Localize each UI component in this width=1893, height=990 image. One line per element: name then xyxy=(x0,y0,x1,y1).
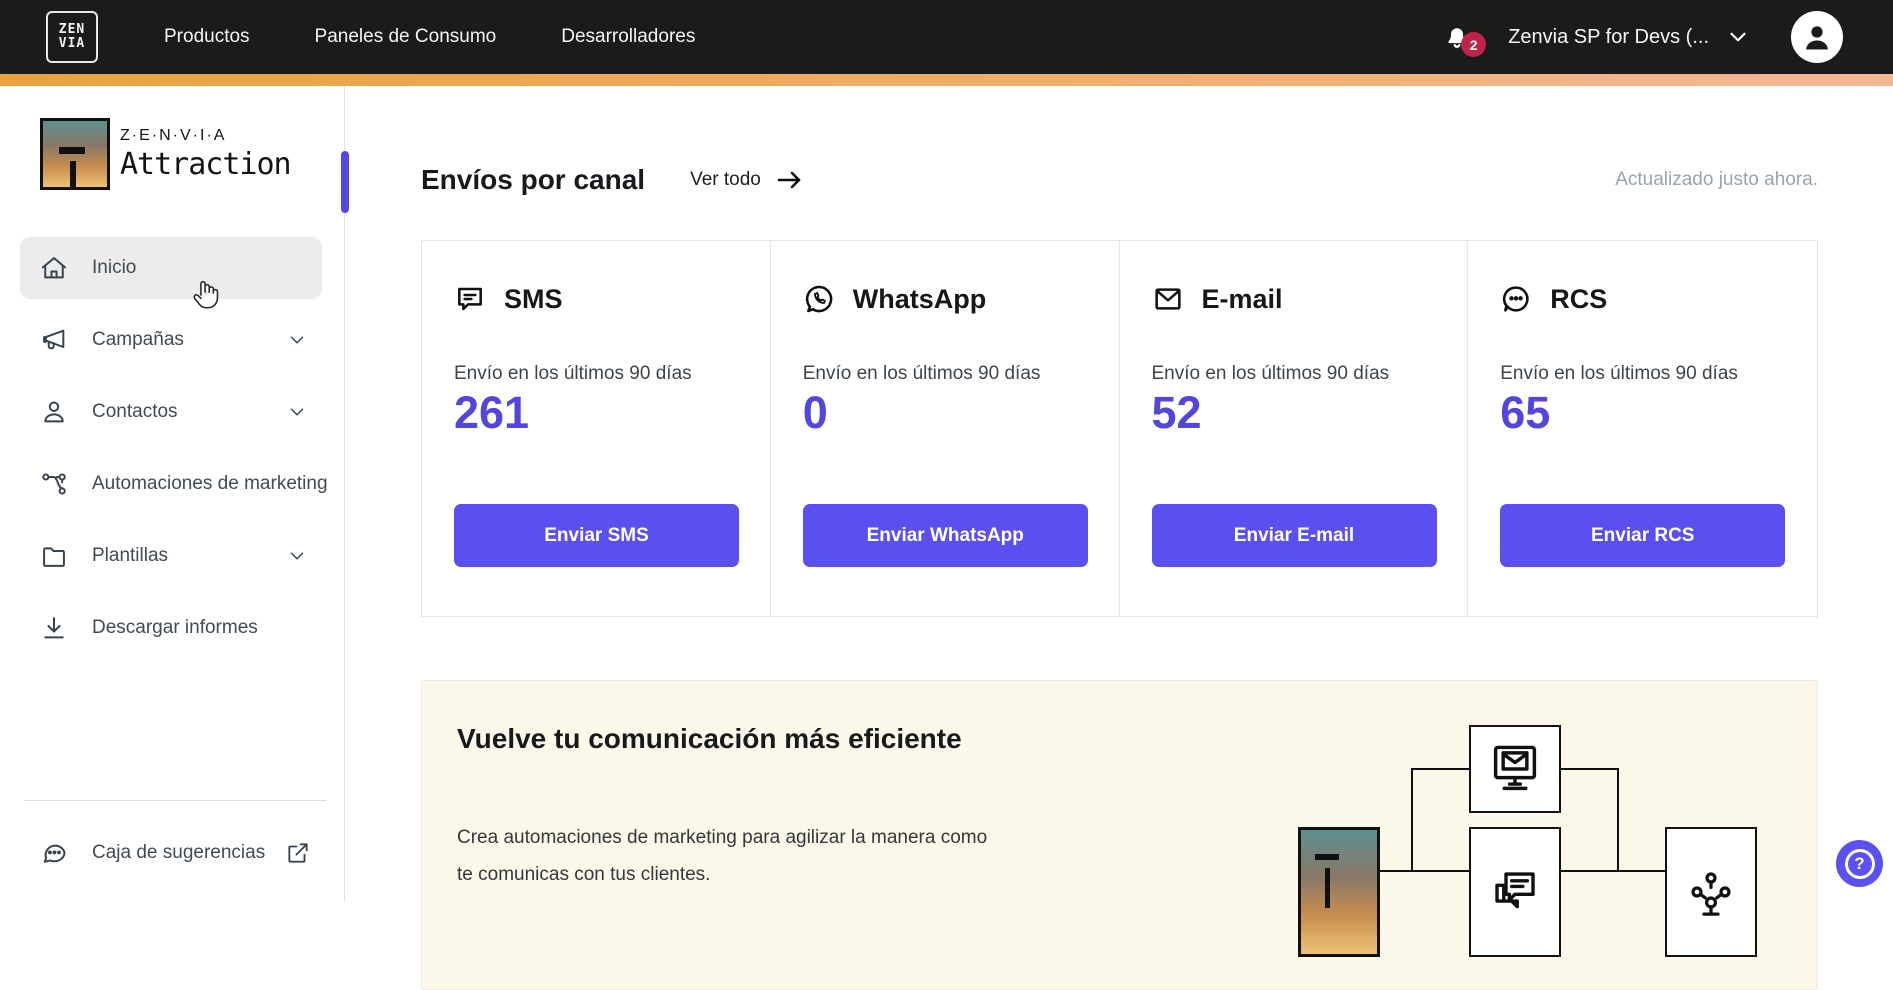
sidebar-item-descargar-informes[interactable]: Descargar informes xyxy=(20,597,322,659)
channel-card-sms: SMS Envío en los últimos 90 días 261 Env… xyxy=(422,241,771,616)
illustration-photo-tile xyxy=(1298,827,1380,957)
channel-value: 0 xyxy=(803,387,828,439)
sidebar: Z·E·N·V·I·A Attraction Inicio Campañas xyxy=(0,86,345,902)
chat-bubble-icon xyxy=(40,839,68,867)
chevron-down-icon xyxy=(286,545,308,567)
section-header: Envíos por canal Ver todo Actualizado ju… xyxy=(421,164,1818,196)
top-navbar: ZEN VIA Productos Paneles de Consumo Des… xyxy=(0,0,1893,74)
zenvia-logo[interactable]: ZEN VIA xyxy=(46,11,98,63)
question-mark-icon: ? xyxy=(1845,849,1875,879)
zenvia-logo-text-top: ZEN xyxy=(59,23,85,37)
sidebar-divider xyxy=(24,800,326,801)
arrow-right-icon xyxy=(775,168,805,192)
home-icon xyxy=(40,254,68,282)
sidebar-menu: Inicio Campañas Contactos xyxy=(0,237,345,669)
channel-card-rcs: RCS Envío en los últimos 90 días 65 Envi… xyxy=(1468,241,1817,616)
nav-item-productos[interactable]: Productos xyxy=(164,26,250,48)
chevron-down-icon xyxy=(1725,24,1751,50)
illustration-chat-icon xyxy=(1469,827,1561,957)
notifications-button[interactable]: 2 xyxy=(1442,22,1472,52)
banner-body: Crea automaciones de marketing para agil… xyxy=(457,819,1002,893)
person-icon xyxy=(40,398,68,426)
external-link-icon xyxy=(285,840,311,866)
channel-value: 65 xyxy=(1500,387,1550,439)
updated-status: Actualizado justo ahora. xyxy=(1615,169,1818,191)
enviar-sms-button[interactable]: Enviar SMS xyxy=(454,504,739,567)
sidebar-item-label: Campañas xyxy=(92,329,184,351)
channel-period-label: Envío en los últimos 90 días xyxy=(803,363,1041,385)
brand-attraction-label: Attraction xyxy=(120,147,291,182)
see-all-link[interactable]: Ver todo xyxy=(690,168,805,192)
page-title: Envíos por canal xyxy=(421,164,645,196)
sidebar-item-label: Plantillas xyxy=(92,545,168,567)
top-nav-menu: Productos Paneles de Consumo Desarrollad… xyxy=(164,26,695,48)
rcs-icon xyxy=(1500,283,1532,315)
channel-value: 261 xyxy=(454,387,529,439)
channel-name: SMS xyxy=(504,284,563,315)
chevron-down-icon xyxy=(286,401,308,423)
notification-count-badge: 2 xyxy=(1461,32,1486,57)
brand-zenvia-label: Z·E·N·V·I·A xyxy=(120,127,291,145)
account-switcher[interactable]: Zenvia SP for Devs (... xyxy=(1508,24,1751,50)
sidebar-item-label: Inicio xyxy=(92,257,136,279)
zenvia-logo-text-bottom: VIA xyxy=(59,37,85,51)
download-icon xyxy=(40,614,68,642)
banner-title: Vuelve tu comunicación más eficiente xyxy=(457,723,962,755)
channel-name: WhatsApp xyxy=(853,284,986,315)
chevron-down-icon xyxy=(286,329,308,351)
sidebar-item-label: Descargar informes xyxy=(92,617,258,639)
user-icon xyxy=(1797,17,1837,57)
avatar[interactable] xyxy=(1791,11,1843,63)
channel-period-label: Envío en los últimos 90 días xyxy=(1500,363,1738,385)
channel-name: E-mail xyxy=(1202,284,1283,315)
active-item-indicator xyxy=(341,151,349,213)
account-name: Zenvia SP for Devs (... xyxy=(1508,26,1709,49)
sidebar-item-campanas[interactable]: Campañas xyxy=(20,309,322,371)
channel-name: RCS xyxy=(1550,284,1607,315)
enviar-email-button[interactable]: Enviar E-mail xyxy=(1152,504,1437,567)
illustration-email-monitor-icon xyxy=(1469,725,1561,813)
sms-icon xyxy=(454,283,486,315)
sidebar-item-label: Caja de sugerencias xyxy=(92,842,265,864)
sidebar-item-inicio[interactable]: Inicio xyxy=(20,237,322,299)
megaphone-icon xyxy=(40,326,68,354)
sidebar-item-plantillas[interactable]: Plantillas xyxy=(20,525,322,587)
automation-icon xyxy=(40,470,68,498)
nav-item-desarrolladores[interactable]: Desarrolladores xyxy=(561,26,695,48)
see-all-label: Ver todo xyxy=(690,169,761,191)
channel-period-label: Envío en los últimos 90 días xyxy=(454,363,692,385)
main-content: Envíos por canal Ver todo Actualizado ju… xyxy=(346,86,1893,902)
enviar-rcs-button[interactable]: Enviar RCS xyxy=(1500,504,1785,567)
sidebar-item-label: Automaciones de marketing xyxy=(92,473,328,495)
nav-item-paneles-de-consumo[interactable]: Paneles de Consumo xyxy=(315,26,497,48)
mouse-cursor-icon xyxy=(190,276,222,314)
promo-banner: Vuelve tu comunicación más eficiente Cre… xyxy=(421,680,1818,990)
channel-period-label: Envío en los últimos 90 días xyxy=(1152,363,1390,385)
illustration-people-network-icon xyxy=(1665,827,1757,957)
channel-cards: SMS Envío en los últimos 90 días 261 Env… xyxy=(421,240,1818,617)
attraction-brand[interactable]: Z·E·N·V·I·A Attraction xyxy=(40,118,291,190)
sidebar-item-label: Contactos xyxy=(92,401,178,423)
brand-gradient-bar xyxy=(0,74,1893,86)
attraction-brand-text: Z·E·N·V·I·A Attraction xyxy=(120,127,291,182)
enviar-whatsapp-button[interactable]: Enviar WhatsApp xyxy=(803,504,1088,567)
whatsapp-icon xyxy=(803,283,835,315)
navbar-right-group: 2 Zenvia SP for Devs (... xyxy=(1442,11,1893,63)
channel-card-email: E-mail Envío en los últimos 90 días 52 E… xyxy=(1120,241,1469,616)
sidebar-item-automaciones[interactable]: Automaciones de marketing xyxy=(20,453,322,515)
sidebar-item-caja-de-sugerencias[interactable]: Caja de sugerencias xyxy=(20,823,325,883)
channel-card-whatsapp: WhatsApp Envío en los últimos 90 días 0 … xyxy=(771,241,1120,616)
email-icon xyxy=(1152,283,1184,315)
channel-value: 52 xyxy=(1152,387,1202,439)
sidebar-item-contactos[interactable]: Contactos xyxy=(20,381,322,443)
folder-icon xyxy=(40,542,68,570)
attraction-brand-image xyxy=(40,118,110,190)
help-button[interactable]: ? xyxy=(1836,840,1883,887)
